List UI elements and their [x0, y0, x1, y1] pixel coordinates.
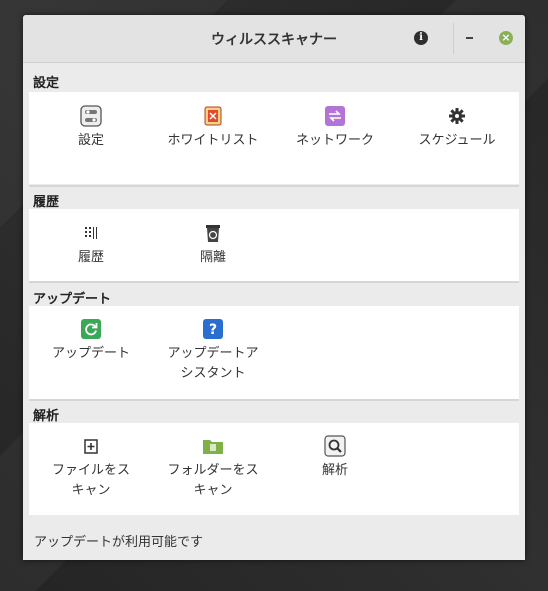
scan-file-label-line2: キャン	[71, 483, 111, 498]
refresh-icon	[81, 319, 101, 339]
update-assistant-button[interactable]: ? アップデートア シスタント	[163, 318, 263, 384]
update-button[interactable]: アップデート	[41, 318, 141, 364]
scan-file-label-line1: ファイルをス	[51, 463, 130, 478]
section-title-update: アップデート	[33, 292, 112, 307]
magnifier-icon	[324, 435, 346, 457]
update-assistant-label-line1: アップデートア	[167, 346, 259, 361]
quarantine-button[interactable]: 隔離	[163, 222, 263, 268]
close-button[interactable]: ×	[499, 31, 513, 45]
settings-label: 設定	[77, 133, 104, 148]
scan-folder-label-line2: キャン	[193, 483, 233, 498]
scan-file-button[interactable]: ファイルをス キャン	[41, 435, 141, 501]
toggles-icon	[80, 105, 102, 127]
svg-text:?: ?	[209, 322, 217, 338]
app-window: ウィルススキャナー i × 設定 設定 ホワイトリスト ネットワーク スケジュー…	[23, 15, 525, 560]
info-icon[interactable]: i	[414, 31, 428, 45]
network-icon	[325, 106, 345, 126]
whitelist-button[interactable]: ホワイトリスト	[163, 105, 263, 151]
section-title-analysis: 解析	[33, 409, 60, 424]
update-assistant-label-line2: シスタント	[180, 366, 246, 381]
update-label: アップデート	[51, 346, 130, 361]
titlebar: ウィルススキャナー i ×	[23, 15, 525, 63]
folder-icon	[203, 440, 223, 454]
analysis-button[interactable]: 解析	[285, 435, 385, 481]
history-label: 履歴	[77, 250, 104, 265]
file-icon	[84, 439, 98, 454]
whitelist-label: ホワイトリスト	[167, 133, 259, 148]
schedule-button[interactable]: スケジュール	[407, 105, 507, 151]
divider	[29, 185, 519, 187]
divider	[29, 281, 519, 283]
section-title-settings: 設定	[33, 76, 60, 91]
status-text: アップデートが利用可能です	[34, 535, 204, 550]
question-icon: ?	[203, 319, 223, 339]
history-button[interactable]: 履歴	[41, 222, 141, 268]
scan-folder-label-line1: フォルダーをス	[167, 463, 259, 478]
whitelist-icon	[204, 106, 222, 126]
network-label: ネットワーク	[295, 133, 374, 148]
quarantine-label: 隔離	[199, 250, 226, 265]
trash-icon	[206, 225, 220, 242]
analysis-label: 解析	[321, 463, 348, 478]
schedule-label: スケジュール	[418, 133, 496, 148]
section-title-history: 履歴	[33, 195, 60, 210]
network-button[interactable]: ネットワーク	[285, 105, 385, 151]
titlebar-separator	[453, 23, 454, 54]
divider	[29, 399, 519, 401]
gear-icon	[449, 108, 465, 124]
scan-folder-button[interactable]: フォルダーをス キャン	[163, 435, 263, 501]
minimize-button[interactable]	[466, 37, 473, 39]
settings-button[interactable]: 設定	[41, 105, 141, 151]
history-icon	[85, 227, 97, 239]
window-title: ウィルススキャナー	[211, 32, 337, 48]
